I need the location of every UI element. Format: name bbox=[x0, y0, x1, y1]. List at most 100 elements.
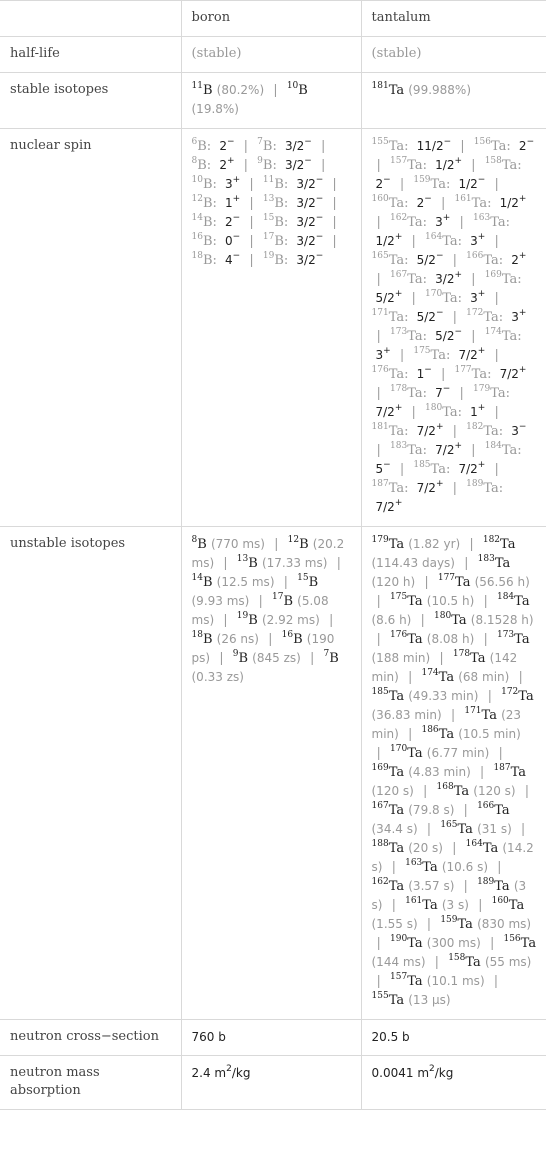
isotope-symbol: 172Ta bbox=[501, 687, 534, 705]
tantalum-neutron-mass-absorption: 0.0041 m2/kg bbox=[360, 1055, 546, 1110]
separator: | bbox=[243, 139, 249, 154]
mass-number: 19 bbox=[262, 251, 275, 261]
isotope-symbol: 15B: bbox=[262, 213, 289, 231]
spin-value: 3/2− bbox=[284, 156, 312, 173]
header-row: boron tantalum bbox=[0, 0, 546, 37]
mass-number: 159 bbox=[440, 915, 458, 925]
parity: − bbox=[454, 327, 463, 337]
half-life: (120 s) bbox=[473, 784, 516, 798]
parity: − bbox=[435, 308, 444, 318]
mass-number: 174 bbox=[484, 327, 502, 337]
separator: | bbox=[471, 158, 476, 173]
spin-value: 3+ bbox=[435, 213, 451, 230]
separator: | bbox=[407, 670, 413, 685]
isotope-symbol: 168Ta bbox=[436, 782, 470, 800]
row-unstable-isotopes: unstable isotopes 8B (770 ms) | 12B (20.… bbox=[0, 526, 546, 1020]
isotope-symbol: 184Ta bbox=[496, 592, 530, 610]
mass-number: 174 bbox=[421, 668, 439, 678]
isotope-item: 175Ta: 7/2+ bbox=[413, 347, 485, 364]
parity: + bbox=[454, 156, 463, 166]
unit: m2/kg bbox=[417, 1064, 454, 1081]
separator: | bbox=[274, 537, 279, 552]
row-label: neutron cross−section bbox=[0, 1019, 182, 1056]
half-life: (770 ms) bbox=[210, 537, 265, 551]
mass-number: 176 bbox=[371, 365, 389, 375]
spin-value: 3+ bbox=[470, 289, 486, 306]
isotope-symbol: 18B bbox=[191, 630, 213, 648]
separator: | bbox=[399, 177, 405, 192]
isotope-item: 168Ta (120 s) bbox=[436, 782, 516, 800]
mass-number: 156 bbox=[473, 137, 491, 147]
isotope-symbol: 160Ta bbox=[491, 896, 525, 914]
row-label: unstable isotopes bbox=[0, 526, 182, 1020]
isotope-item: 179Ta (1.82 yr) bbox=[371, 535, 461, 553]
spin-value: 1/2+ bbox=[435, 156, 463, 173]
row-label: stable isotopes bbox=[0, 72, 182, 129]
spin-value: 7/2+ bbox=[435, 441, 463, 458]
isotope-symbol: 173Ta: bbox=[390, 327, 428, 345]
parity: + bbox=[454, 270, 463, 280]
mass-number: 11 bbox=[191, 81, 203, 91]
mass-number: 164 bbox=[465, 839, 483, 849]
isotope-symbol: 176Ta: bbox=[371, 365, 409, 383]
parity: + bbox=[394, 498, 403, 508]
parity: − bbox=[232, 232, 241, 242]
isotope-symbol: 157Ta bbox=[390, 972, 423, 990]
parity: + bbox=[435, 422, 444, 432]
mass-number: 18 bbox=[191, 251, 203, 261]
isotope-symbol: 16B: bbox=[191, 232, 217, 250]
isotope-item: 180Ta (8.1528 h) bbox=[434, 612, 534, 629]
isotope-symbol: 12B bbox=[287, 535, 309, 553]
separator: | bbox=[424, 575, 429, 590]
isotope-symbol: 18B: bbox=[191, 251, 217, 269]
parity: − bbox=[315, 194, 324, 204]
isotope-item: 16B: 0− bbox=[191, 232, 241, 250]
separator: | bbox=[249, 177, 254, 192]
mass-number: 178 bbox=[390, 384, 408, 394]
half-life: (31 s) bbox=[477, 822, 512, 836]
isotope-item: 13B: 3/2− bbox=[263, 194, 324, 212]
mass-number: 7 bbox=[323, 649, 330, 659]
isotope-symbol: 7B bbox=[323, 649, 339, 667]
isotope-item: 7B: 3/2− bbox=[257, 138, 312, 155]
mass-number: 162 bbox=[371, 877, 389, 887]
mass-number: 179 bbox=[371, 535, 389, 545]
isotope-item: 182Ta: 3− bbox=[466, 423, 526, 440]
separator: | bbox=[376, 329, 381, 344]
separator: | bbox=[376, 974, 381, 989]
spin-value: 2− bbox=[219, 137, 235, 154]
half-life: (845 zs) bbox=[252, 651, 301, 665]
parity: − bbox=[442, 384, 451, 394]
isotope-symbol: 14B bbox=[191, 573, 213, 591]
mass-number: 6 bbox=[191, 137, 198, 147]
mass-number: 170 bbox=[425, 289, 443, 299]
mass-number: 188 bbox=[371, 839, 389, 849]
separator: | bbox=[332, 215, 337, 230]
isotope-item: 172Ta: 3+ bbox=[466, 309, 526, 326]
mass-number: 161 bbox=[454, 194, 472, 204]
half-life: (79.8 s) bbox=[408, 803, 455, 817]
mass-number: 17 bbox=[272, 592, 284, 602]
isotope-symbol: 174Ta bbox=[421, 668, 455, 686]
isotope-item: 178Ta: 7− bbox=[390, 384, 451, 402]
half-life: (55 ms) bbox=[484, 955, 532, 969]
mass-number: 163 bbox=[473, 213, 491, 223]
separator: | bbox=[219, 651, 224, 666]
mass-number: 170 bbox=[390, 744, 408, 754]
mass-number: 189 bbox=[477, 877, 495, 887]
value: 0.0041 bbox=[371, 1066, 414, 1080]
mass-number: 185 bbox=[371, 687, 389, 697]
isotope-item: 181Ta (99.988%) bbox=[372, 82, 472, 99]
parity: − bbox=[304, 156, 312, 166]
half-life: (0.33 zs) bbox=[191, 670, 244, 684]
parity: + bbox=[477, 289, 486, 299]
separator: | bbox=[376, 443, 381, 458]
value: 2.4 bbox=[191, 1066, 211, 1080]
half-life: (68 min) bbox=[458, 670, 510, 684]
separator: | bbox=[376, 386, 381, 401]
isotope-item: 170Ta: 3+ bbox=[425, 289, 486, 307]
isotope-item: 9B (845 zs) bbox=[233, 650, 301, 667]
half-life: (10.5 min) bbox=[458, 727, 521, 741]
isotope-symbol: 155Ta: bbox=[371, 137, 409, 155]
isotope-symbol: 190Ta bbox=[390, 934, 423, 952]
